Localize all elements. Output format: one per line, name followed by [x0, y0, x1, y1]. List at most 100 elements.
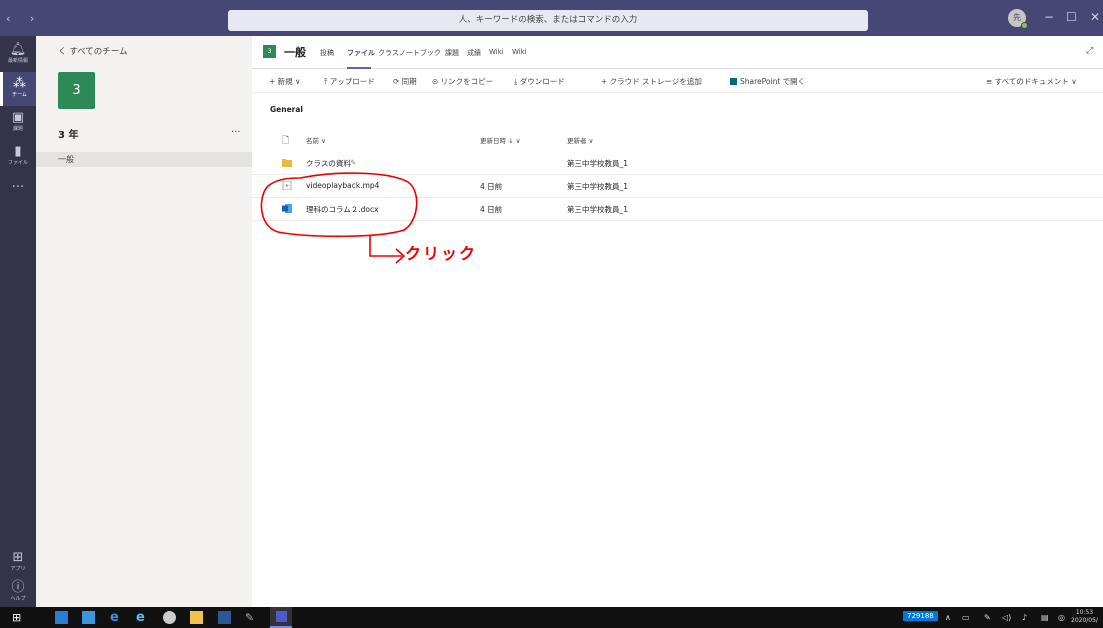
rail-label: アプリ — [10, 566, 26, 572]
rail-assignments[interactable]: ▣ 課題 — [0, 106, 36, 140]
system-clock[interactable]: 10:53 2020/05/ — [1071, 609, 1098, 625]
file-list-header: 🗋︎ 名前 ∨ 更新日時 ↓ ∨ 更新者 ∨ — [252, 132, 1103, 148]
nav-arrows[interactable]: ‹ › — [6, 12, 42, 25]
file-row[interactable]: videoplayback.mp4 4 日前 第三中学校教員_1 — [252, 175, 1103, 198]
tab-class-notebook[interactable]: クラスノートブック — [378, 48, 441, 58]
file-name[interactable]: クラスの資料 — [306, 158, 351, 169]
file-row[interactable]: クラスの資料 ✎ 第三中学校教員_1 — [252, 152, 1103, 175]
file-explorer-icon[interactable] — [190, 611, 203, 624]
file-type-icon: 🗋︎ — [282, 136, 290, 146]
open-sharepoint-button[interactable]: SharePoint で開く — [730, 76, 805, 87]
channel-team-tile: 3 — [263, 45, 276, 58]
video-file-icon — [282, 181, 292, 190]
new-button[interactable]: + 新規 ∨ — [269, 76, 301, 87]
copy-link-button[interactable]: ⊝ リンクをコピー — [432, 76, 493, 87]
rail-label: 最新情報 — [7, 58, 28, 64]
add-cloud-storage-button[interactable]: + クラウド ストレージを追加 — [601, 76, 702, 87]
files-toolbar: + 新規 ∨ ⤒ アップロード ⟳ 同期 ⊝ リンクをコピー ⤓ ダウンロード … — [252, 69, 1103, 93]
rail-activity[interactable]: 🔔︎ 最新情報 — [0, 38, 36, 72]
rail-help[interactable]: ⓘ ヘルプ — [0, 576, 36, 610]
clock-time: 10:53 — [1075, 609, 1094, 616]
task-view-icon[interactable] — [55, 611, 68, 624]
ie-icon[interactable]: e — [136, 611, 149, 624]
pen-icon[interactable]: ✎ — [984, 613, 991, 622]
download-button[interactable]: ⤓ ダウンロード — [514, 76, 565, 87]
windows-taskbar: ⊞ e e ✎ 729188 ∧ ▭ ✎ ◁) ♪ ▤ ◎ 10:53 2020… — [0, 607, 1103, 628]
clock-date: 2020/05/ — [1071, 617, 1098, 624]
all-documents-dropdown[interactable]: ≡ すべてのドキュメント ∨ — [986, 76, 1077, 87]
network-icon[interactable]: ▭ — [962, 613, 970, 622]
tab-wiki[interactable]: Wiki — [489, 48, 504, 56]
file-icon: ▮ — [14, 144, 22, 159]
tab-files[interactable]: ファイル — [347, 48, 375, 58]
upload-button[interactable]: ⤒ アップロード — [324, 76, 375, 87]
ink-icon[interactable]: ♪ — [1022, 613, 1027, 622]
chrome-icon[interactable] — [163, 611, 176, 624]
back-to-all-teams[interactable]: く すべてのチーム — [58, 45, 128, 57]
team-avatar: 3 — [58, 72, 95, 109]
title-bar: ‹ › 人、キーワードの検索、またはコマンドの入力 先 − ☐ ✕ — [0, 0, 1103, 36]
sharepoint-icon — [730, 78, 737, 85]
breadcrumb: General — [270, 105, 303, 114]
sync-button[interactable]: ⟳ 同期 — [393, 76, 417, 87]
rail-files[interactable]: ▮ ファイル — [0, 140, 36, 174]
annotation-click-label: クリック — [405, 244, 478, 263]
column-modified-by[interactable]: 更新者 ∨ — [567, 135, 593, 145]
chevron-up-icon[interactable]: ∧ — [945, 613, 951, 622]
presence-badge — [1021, 22, 1028, 29]
tab-assignments[interactable]: 課題 — [445, 48, 459, 58]
word-file-icon — [282, 204, 292, 213]
backpack-icon: ▣ — [11, 110, 25, 125]
rail-apps[interactable]: ⊞ アプリ — [0, 546, 36, 580]
column-modified[interactable]: 更新日時 ↓ ∨ — [480, 135, 520, 145]
tab-wiki-2[interactable]: Wiki — [512, 48, 527, 56]
main-content: 3 一般 投稿 ファイル クラスノートブック 課題 成績 Wiki Wiki ⤢… — [252, 36, 1103, 607]
maximize-button[interactable]: ☐ — [1066, 10, 1077, 24]
help-icon: ⓘ — [11, 580, 25, 595]
channel-header: 3 一般 投稿 ファイル クラスノートブック 課題 成績 Wiki Wiki ⤢ — [252, 36, 1103, 69]
file-row[interactable]: 理科のコラム２.docx 4 日前 第三中学校教員_1 — [252, 198, 1103, 221]
column-name[interactable]: 名前 ∨ — [306, 135, 326, 145]
rail-label: 課題 — [12, 126, 23, 132]
teams-logo-icon — [275, 611, 287, 622]
close-button[interactable]: ✕ — [1090, 10, 1100, 24]
file-modified-by: 第三中学校教員_1 — [567, 182, 629, 191]
search-input[interactable]: 人、キーワードの検索、またはコマンドの入力 — [228, 10, 868, 31]
minimize-button[interactable]: − — [1044, 10, 1054, 24]
windows-start-icon[interactable]: ⊞ — [12, 611, 25, 624]
pencil-icon: ✎ — [350, 158, 357, 167]
teams-taskbar-icon[interactable] — [270, 607, 292, 628]
paint-icon[interactable]: ✎ — [245, 611, 258, 624]
file-name[interactable]: 理科のコラム２.docx — [306, 204, 379, 215]
teams-icon: ⁂ — [13, 76, 26, 91]
file-modified: 4 日前 — [480, 182, 503, 191]
sharepoint-label: SharePoint で開く — [740, 77, 806, 86]
file-modified: 4 日前 — [480, 205, 503, 214]
rail-label: ファイル — [7, 160, 28, 166]
app-rail: 🔔︎ 最新情報 ⁂ チーム ▣ 課題 ▮ ファイル ... ⊞ アプリ ⓘ ヘル… — [0, 36, 36, 607]
apps-icon: ⊞ — [12, 550, 24, 565]
file-modified-by: 第三中学校教員_1 — [567, 159, 629, 168]
file-modified-by: 第三中学校教員_1 — [567, 205, 629, 214]
calendar-app-icon[interactable] — [82, 611, 95, 624]
bell-icon: 🔔︎ — [9, 42, 27, 57]
ime-indicator[interactable]: 729188 — [903, 611, 938, 621]
rail-teams[interactable]: ⁂ チーム — [0, 72, 36, 106]
rail-label: チーム — [12, 92, 27, 98]
team-more-button[interactable]: ... — [231, 124, 241, 135]
notification-icon[interactable]: ◎ — [1058, 613, 1065, 622]
rail-more[interactable]: ... — [0, 172, 36, 206]
word-app-icon[interactable] — [218, 611, 231, 624]
edge-icon[interactable]: e — [110, 611, 123, 624]
keyboard-icon[interactable]: ▤ — [1041, 613, 1049, 622]
channel-title: 一般 — [284, 46, 306, 59]
expand-icon[interactable]: ⤢ — [1086, 46, 1093, 56]
more-icon: ... — [11, 176, 25, 191]
channel-item-general[interactable]: 一般 — [36, 152, 252, 167]
team-panel: く すべてのチーム 3 3 年 ... 一般 — [36, 36, 252, 607]
folder-icon — [282, 159, 292, 167]
volume-icon[interactable]: ◁) — [1002, 613, 1011, 622]
file-name[interactable]: videoplayback.mp4 — [306, 181, 379, 190]
tab-posts[interactable]: 投稿 — [320, 48, 334, 58]
tab-grades[interactable]: 成績 — [467, 48, 481, 58]
